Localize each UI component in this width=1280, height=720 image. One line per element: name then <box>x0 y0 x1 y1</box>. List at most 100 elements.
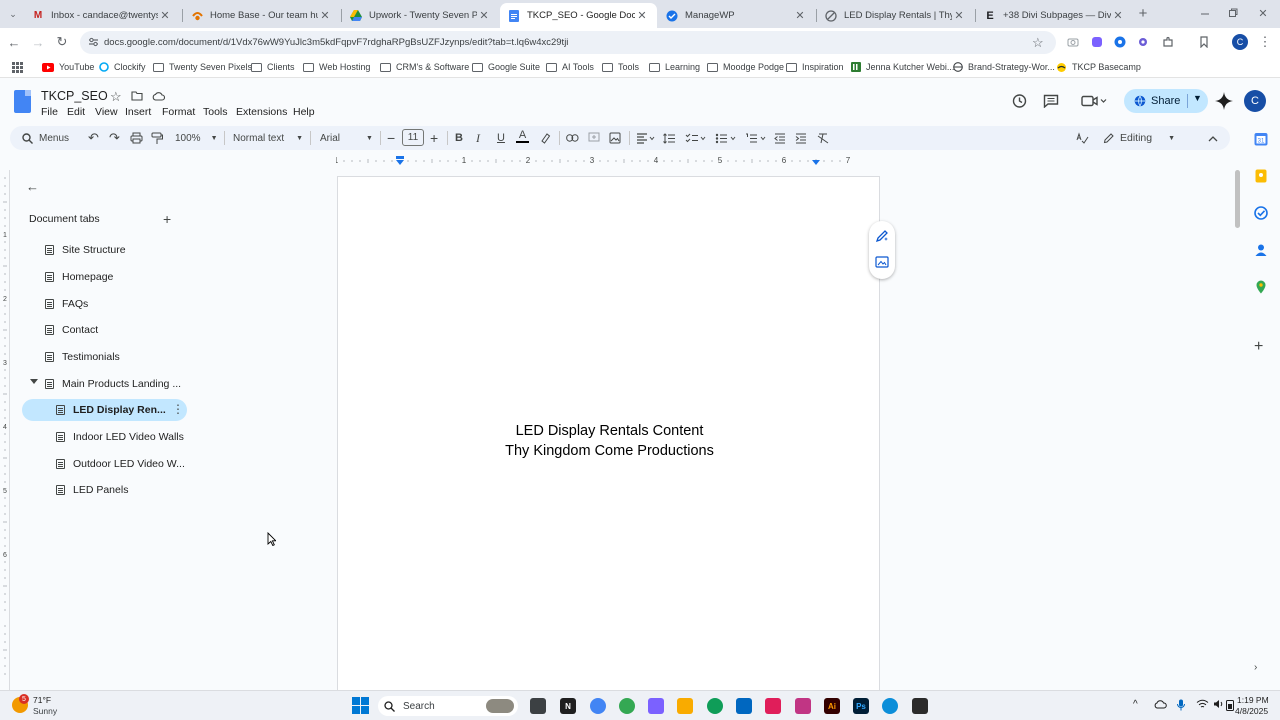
zoom-select[interactable]: 100% ▼ <box>175 130 218 146</box>
chrome-profile-icon[interactable] <box>590 698 606 714</box>
browser-tab-led-display-rentals[interactable]: LED Display Rentals | Thy Kingdom ✕ <box>817 3 974 28</box>
doc-tab-led-display-rentals[interactable]: LED Display Ren... ⋮ <box>22 399 187 421</box>
gemini-icon[interactable] <box>1215 92 1233 110</box>
slack-icon[interactable] <box>765 698 781 714</box>
bookmark-tkcp-basecamp[interactable]: TKCP Basecamp <box>1056 60 1141 74</box>
photoshop-icon[interactable]: Ps <box>853 698 869 714</box>
doc-tab-homepage[interactable]: Homepage <box>35 266 185 288</box>
maps-icon[interactable] <box>1254 280 1268 294</box>
edge-icon[interactable] <box>882 698 898 714</box>
meet-video-icon[interactable] <box>1081 95 1107 107</box>
menu-insert[interactable]: Insert <box>125 106 151 118</box>
forward-arrow-icon[interactable]: → <box>29 33 47 51</box>
clock-date[interactable]: 4/8/2025 <box>1235 706 1268 716</box>
calendar-icon[interactable]: 31 <box>1254 132 1268 146</box>
chrome-alt-icon[interactable] <box>707 698 723 714</box>
profile-avatar[interactable]: C <box>1232 34 1248 50</box>
tab-close-icon[interactable]: ✕ <box>158 9 172 22</box>
minimize-icon[interactable] <box>1196 4 1214 22</box>
version-history-icon[interactable] <box>1011 93 1027 109</box>
insert-link-icon[interactable] <box>566 130 579 146</box>
back-arrow-icon[interactable]: ← <box>5 33 23 51</box>
browser-tab-home-base[interactable]: Home Base - Our team hub ✕ <box>183 3 340 28</box>
document-page[interactable]: LED Display Rentals Content Thy Kingdom … <box>337 176 880 696</box>
add-image-suggestion-icon[interactable] <box>875 256 889 269</box>
menu-format[interactable]: Format <box>162 106 195 118</box>
increase-indent-icon[interactable] <box>795 130 807 146</box>
apps-grid-icon[interactable] <box>12 60 23 74</box>
font-family-select[interactable]: Arial ▼ <box>320 130 373 146</box>
redo-icon[interactable]: ↷ <box>109 130 120 146</box>
share-dropdown-icon[interactable]: ▼ <box>1193 93 1202 103</box>
browser-tab-tkcp-seo[interactable]: TKCP_SEO - Google Docs ✕ <box>500 3 657 28</box>
tab-close-icon[interactable]: ✕ <box>952 9 966 22</box>
bookmark-brand-strategy[interactable]: Brand-Strategy-Wor... <box>953 60 1055 74</box>
star-icon[interactable]: ☆ <box>110 89 122 105</box>
bookmark-star-icon[interactable]: ☆ <box>1032 35 1044 51</box>
account-avatar[interactable]: C <box>1244 90 1266 112</box>
doc-tab-led-panels[interactable]: LED Panels <box>46 479 196 501</box>
show-hidden-icons-icon[interactable]: ^ <box>1133 699 1138 710</box>
windows-start-icon[interactable] <box>352 697 369 714</box>
decrease-indent-icon[interactable] <box>774 130 786 146</box>
menu-view[interactable]: View <box>95 106 118 118</box>
window-close-icon[interactable]: ✕ <box>1254 4 1272 22</box>
spellcheck-icon[interactable] <box>1076 130 1089 146</box>
bookmark-jenna-kutcher[interactable]: Jenna Kutcher Webi... <box>851 60 954 74</box>
extension-gear-icon[interactable] <box>1134 33 1152 51</box>
undo-icon[interactable]: ↶ <box>88 130 99 146</box>
bookmark-folder-learning[interactable]: Learning <box>649 60 700 74</box>
document-title[interactable]: TKCP_SEO <box>41 89 108 103</box>
clock-time[interactable]: 1:19 PM <box>1237 695 1269 705</box>
contacts-icon[interactable] <box>1254 243 1268 257</box>
menu-extensions[interactable]: Extensions <box>236 106 287 118</box>
first-line-indent-marker[interactable] <box>396 156 404 159</box>
line-spacing-icon[interactable] <box>663 130 675 146</box>
bookmark-clockify[interactable]: Clockify <box>99 60 146 74</box>
add-tab-plus-icon[interactable]: + <box>163 211 171 227</box>
browser-tab-divi-subpages[interactable]: E +38 Divi Subpages — Divi Expr ✕ <box>976 3 1133 28</box>
extension-purple-icon[interactable] <box>1088 33 1106 51</box>
reload-icon[interactable]: ↻ <box>53 33 71 51</box>
doc-tab-site-structure[interactable]: Site Structure <box>35 239 185 261</box>
print-icon[interactable] <box>130 130 143 146</box>
address-bar[interactable]: docs.google.com/document/d/1Vdx76wW9YuJl… <box>80 31 1056 54</box>
menu-file[interactable]: File <box>41 106 58 118</box>
browser-tab-managewp[interactable]: ManageWP ✕ <box>658 3 815 28</box>
volume-icon[interactable] <box>1213 699 1224 709</box>
bookmark-folder-ai-tools[interactable]: AI Tools <box>546 60 594 74</box>
editing-mode-select[interactable]: Editing ▼ <box>1103 130 1175 146</box>
menu-edit[interactable]: Edit <box>67 106 85 118</box>
bookmark-folder-twenty-seven-pixels[interactable]: Twenty Seven Pixels <box>153 60 252 74</box>
bookmark-folder-clients[interactable]: Clients <box>251 60 295 74</box>
store-icon[interactable] <box>736 698 752 714</box>
right-indent-marker[interactable] <box>812 160 820 165</box>
tasks-icon[interactable] <box>1254 206 1268 220</box>
browser-menu-icon[interactable]: ⋮ <box>1256 33 1274 51</box>
font-size-input[interactable]: 11 <box>402 129 424 146</box>
paragraph-style-select[interactable]: Normal text ▼ <box>233 130 303 146</box>
doc-tab-indoor-led-video-walls[interactable]: Indoor LED Video Walls <box>46 426 196 448</box>
restore-icon[interactable] <box>1224 4 1242 22</box>
tab-close-icon[interactable]: ✕ <box>477 9 491 22</box>
clear-formatting-icon[interactable] <box>817 130 829 146</box>
taskbar-search[interactable]: Search <box>378 696 518 716</box>
bookmark-folder-web-hosting[interactable]: Web Hosting <box>303 60 370 74</box>
doc-tab-contact[interactable]: Contact <box>35 319 185 341</box>
increase-font-size-icon[interactable]: + <box>430 130 438 146</box>
extensions-puzzle-icon[interactable] <box>1159 33 1177 51</box>
move-folder-icon[interactable] <box>131 91 143 101</box>
get-addons-plus-icon[interactable]: + <box>1254 339 1268 355</box>
decrease-font-size-icon[interactable]: − <box>387 130 395 146</box>
instagram-icon[interactable] <box>795 698 811 714</box>
browser-tab-upwork[interactable]: Upwork - Twenty Seven Pixels ✕ <box>342 3 499 28</box>
hide-menus-chevron-up-icon[interactable] <box>1208 130 1218 146</box>
tab-search-icon[interactable]: ⌄ <box>4 5 22 23</box>
menu-tools[interactable]: Tools <box>203 106 228 118</box>
extension-blue-icon[interactable] <box>1111 33 1129 51</box>
file-explorer-icon[interactable] <box>677 698 693 714</box>
tab-options-kebab-icon[interactable]: ⋮ <box>172 402 184 416</box>
keep-icon[interactable] <box>1254 169 1268 183</box>
horizontal-ruler[interactable]: 1 1 2 3 4 5 6 7 <box>336 155 881 167</box>
bookmark-youtube[interactable]: YouTube <box>42 60 94 74</box>
